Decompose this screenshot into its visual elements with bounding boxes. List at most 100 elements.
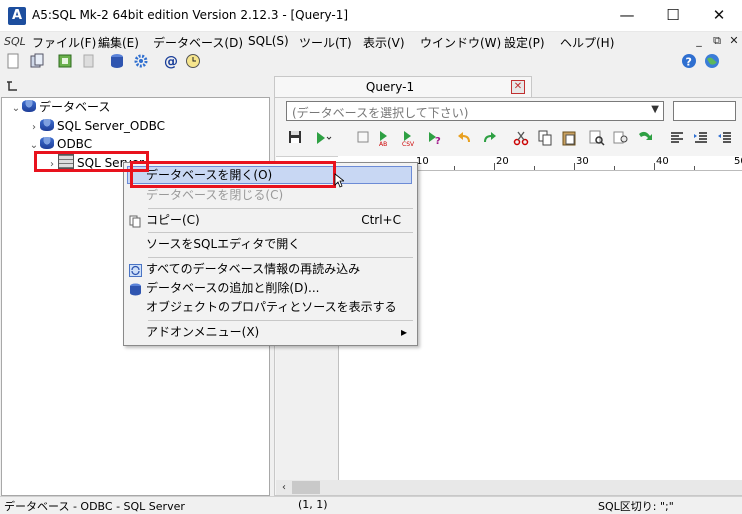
table-editor-icon[interactable]: [56, 53, 74, 71]
menu-item-label: オブジェクトのプロパティとソースを表示する: [146, 300, 397, 314]
scroll-left-icon[interactable]: ‹: [278, 481, 290, 494]
menu-item-label: ソースをSQLエディタで開く: [146, 237, 301, 251]
redo-icon[interactable]: [480, 130, 498, 148]
ruler-tick: [494, 163, 495, 170]
database-icon: [40, 137, 54, 149]
menu-item-addon-menu[interactable]: アドオンメニュー(X) ▸: [124, 322, 415, 342]
ruler-tick: [454, 166, 455, 170]
search-icon[interactable]: [588, 130, 606, 148]
save-icon[interactable]: [286, 130, 304, 148]
run-csv-icon[interactable]: CSV: [400, 130, 418, 148]
tab-query-1[interactable]: Query-1 ✕: [274, 76, 532, 98]
annotation-box-menu-item: [130, 161, 336, 188]
maximize-button[interactable]: ☐: [650, 0, 696, 31]
svg-text:AB: AB: [379, 141, 387, 146]
new-file-icon[interactable]: [4, 53, 22, 71]
align-icon[interactable]: [668, 130, 686, 148]
run-ab-icon[interactable]: AB: [376, 130, 394, 148]
clock-icon[interactable]: [184, 53, 202, 71]
menu-edit[interactable]: 編集(E): [98, 34, 139, 51]
menu-item-open-source-in-editor[interactable]: ソースをSQLエディタで開く: [124, 234, 415, 254]
cut-icon[interactable]: [512, 130, 530, 148]
copy-icon: [129, 214, 142, 228]
ruler-label: 40: [656, 156, 669, 167]
replace-icon[interactable]: [612, 130, 630, 148]
indent-icon[interactable]: [692, 130, 710, 148]
close-button[interactable]: ✕: [696, 0, 742, 31]
ruler-tick: [654, 163, 655, 170]
menu-item-reload-all[interactable]: すべてのデータベース情報の再読み込み: [124, 259, 415, 279]
menu-file[interactable]: ファイル(F): [32, 34, 96, 51]
explain-icon[interactable]: ?: [426, 130, 444, 148]
ruler-label: 20: [496, 156, 509, 167]
tree-panel-pin-icon[interactable]: [6, 80, 18, 95]
mdi-minimize-button[interactable]: _: [692, 34, 706, 48]
database-icon[interactable]: [108, 53, 126, 71]
menu-settings[interactable]: 設定(P): [504, 34, 545, 51]
sql-mark-icon: SQL: [4, 35, 26, 48]
mouse-cursor-icon: [334, 173, 346, 191]
database-icon: [40, 119, 54, 131]
database-select-placeholder: (データベースを選択して下さい): [292, 106, 469, 120]
svg-text:CSV: CSV: [402, 141, 415, 146]
menu-item-show-properties[interactable]: オブジェクトのプロパティとソースを表示する: [124, 297, 415, 317]
chevron-down-icon: ▼: [651, 104, 659, 115]
outdent-icon[interactable]: [716, 130, 734, 148]
chevron-down-icon[interactable]: ⌄: [10, 100, 22, 117]
menu-item-label: コピー(C): [146, 213, 200, 227]
at-sign-icon[interactable]: @: [162, 53, 180, 71]
svg-text:@: @: [164, 54, 178, 69]
menu-sql[interactable]: SQL(S): [248, 34, 289, 48]
status-sql-delimiter: SQL区切り: ";": [598, 500, 674, 513]
minimize-button[interactable]: —: [604, 0, 650, 31]
menu-separator: [148, 208, 413, 209]
status-cursor-position: (1, 1): [298, 498, 328, 511]
menu-item-label: アドオンメニュー(X): [146, 325, 260, 339]
scrollbar-thumb[interactable]: [292, 481, 320, 494]
copy-icon[interactable]: [536, 130, 554, 148]
tree-item-databases[interactable]: ⌄ データベース: [10, 99, 110, 116]
tree-item-sql-server-odbc[interactable]: › SQL Server_ODBC: [28, 118, 165, 135]
ruler-label: 30: [576, 156, 589, 167]
database-select[interactable]: (データベースを選択して下さい) ▼: [286, 101, 664, 121]
horizontal-scrollbar[interactable]: [276, 480, 742, 495]
menu-item-close-database: データベースを閉じる(C): [124, 185, 415, 205]
run-icon[interactable]: [314, 130, 332, 148]
context-menu: データベースを開く(O) データベースを閉じる(C) コピー(C) Ctrl+C…: [123, 162, 418, 346]
ruler-tick: [574, 163, 575, 170]
menu-separator: [148, 257, 413, 258]
menu-item-add-remove-database[interactable]: データベースの追加と削除(D)...: [124, 278, 415, 298]
menu-view[interactable]: 表示(V): [363, 34, 405, 51]
mdi-restore-button[interactable]: ⧉: [710, 34, 724, 48]
paste-icon[interactable]: [560, 130, 578, 148]
menu-item-shortcut: Ctrl+C: [361, 213, 401, 227]
gear-icon[interactable]: [132, 53, 150, 71]
copy-disabled-icon[interactable]: [80, 53, 98, 71]
ruler-tick: [614, 166, 615, 170]
globe-icon[interactable]: [703, 53, 721, 71]
app-logo-icon: A: [8, 7, 26, 25]
menu-tools[interactable]: ツール(T): [299, 34, 352, 51]
main-toolbar: @ ?: [0, 52, 742, 74]
editor-toolbar: AB CSV ?: [276, 129, 742, 151]
menu-item-label: データベースを閉じる(C): [146, 188, 284, 202]
submenu-arrow-icon: ▸: [400, 325, 407, 339]
jump-icon[interactable]: [636, 130, 654, 148]
tab-close-icon[interactable]: ✕: [511, 80, 525, 94]
stop-icon[interactable]: [354, 130, 372, 148]
menu-database[interactable]: データベース(D): [153, 34, 243, 51]
limit-input[interactable]: [673, 101, 736, 121]
menu-help[interactable]: ヘルプ(H): [560, 34, 614, 51]
menu-item-copy[interactable]: コピー(C) Ctrl+C: [124, 210, 415, 230]
chevron-right-icon[interactable]: ›: [28, 119, 40, 136]
menu-window[interactable]: ウインドウ(W): [420, 34, 501, 51]
undo-icon[interactable]: [456, 130, 474, 148]
mdi-close-button[interactable]: ✕: [727, 34, 741, 48]
database-icon: [22, 100, 36, 112]
open-file-icon[interactable]: [28, 53, 46, 71]
help-icon[interactable]: ?: [680, 53, 698, 71]
status-bar: データベース - ODBC - SQL Server (1, 1) SQL区切り…: [0, 496, 742, 513]
menu-bar: SQL ファイル(F) 編集(E) データベース(D) SQL(S) ツール(T…: [0, 32, 742, 52]
menu-separator: [148, 232, 413, 233]
menu-separator: [148, 320, 413, 321]
